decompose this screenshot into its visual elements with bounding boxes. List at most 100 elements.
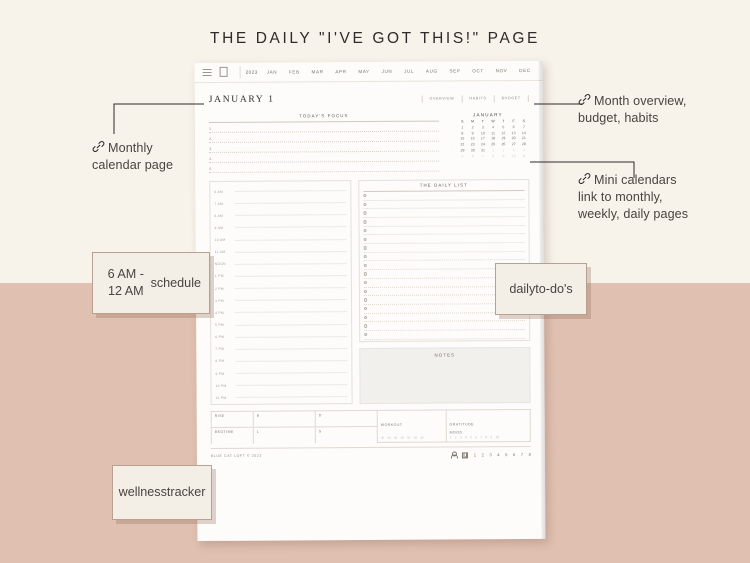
page-number[interactable]: 8 — [529, 452, 531, 457]
page-number[interactable]: 7 — [521, 452, 523, 457]
schedule-slot[interactable]: 5 PM — [215, 318, 348, 331]
calendar-day[interactable]: 1 — [488, 148, 498, 153]
schedule-slot[interactable]: 2 PM — [215, 282, 347, 295]
checkbox-circle-icon[interactable] — [364, 315, 368, 320]
planner-page[interactable]: 2023 JAN FEB MAR APR MAY JUN JUL AUG SEP… — [194, 60, 546, 542]
calendar-day[interactable]: 27 — [509, 142, 519, 147]
dinner-field[interactable]: D — [315, 410, 377, 428]
checkbox-circle-icon[interactable] — [363, 272, 368, 276]
checkbox-circle-icon[interactable] — [363, 246, 368, 250]
schedule-slot[interactable]: 10 PM — [215, 379, 348, 392]
mood-value[interactable]: 2 — [455, 435, 457, 439]
calendar-day[interactable]: 26 — [498, 142, 508, 147]
mood-value[interactable]: 6 — [475, 435, 477, 439]
workout-mark[interactable]: W — [420, 436, 423, 440]
workout-mark[interactable]: W — [401, 436, 404, 440]
schedule-slot[interactable]: 7 PM — [215, 342, 348, 355]
calendar-day[interactable]: 9 — [467, 131, 477, 136]
checkbox-circle-icon[interactable] — [363, 220, 367, 224]
month-tab[interactable]: MAY — [358, 69, 369, 74]
schedule-slot[interactable]: 8 AM — [214, 209, 347, 222]
calendar-day[interactable]: 24 — [478, 142, 488, 147]
page-number[interactable]: 1 — [474, 452, 476, 457]
rise-field[interactable]: RISE — [211, 411, 253, 428]
calendar-day[interactable]: 6 — [508, 125, 518, 130]
year-label[interactable]: 2023 — [246, 70, 258, 75]
checkbox-circle-icon[interactable] — [363, 228, 367, 233]
wellness-tracker[interactable]: RISE BEDTIME B L D S WORKOUT WWWWWWW GRA… — [210, 408, 531, 444]
calendar-day[interactable]: 7 — [478, 154, 488, 159]
workout-mark[interactable]: W — [407, 436, 410, 440]
week-number[interactable]: · — [447, 125, 457, 130]
page-icon[interactable] — [218, 66, 231, 78]
calendar-day[interactable]: 11 — [488, 131, 498, 136]
bedtime-field[interactable]: BEDTIME — [212, 428, 253, 444]
mood-value[interactable]: 10 — [495, 435, 499, 439]
schedule-slot[interactable]: 4 PM — [215, 306, 348, 319]
daily-list-section[interactable]: THE DAILY LIST — [358, 179, 531, 342]
calendar-day[interactable]: 1 — [457, 125, 467, 130]
schedule-slot[interactable]: 10 AM — [215, 233, 347, 246]
month-tab[interactable]: APR — [335, 69, 346, 74]
calendar-day[interactable]: 14 — [519, 131, 529, 136]
month-tab[interactable]: SEP — [449, 68, 460, 73]
section-links[interactable]: OVERVIEW HABITS BUDGET — [421, 94, 529, 103]
page-number[interactable]: 6 — [513, 452, 515, 457]
person-icon[interactable] — [451, 451, 457, 458]
calendar-day[interactable]: 17 — [478, 137, 488, 142]
mood-value[interactable]: 3 — [460, 435, 462, 439]
schedule-slot[interactable]: NOON — [215, 257, 347, 270]
calendar-day[interactable]: 15 — [457, 137, 467, 142]
workout-mark[interactable]: W — [381, 436, 384, 440]
calendar-day[interactable]: 29 — [457, 148, 467, 153]
schedule-slot[interactable]: 6 AM — [214, 185, 347, 198]
calendar-day[interactable]: 22 — [457, 143, 467, 148]
workout-mark[interactable]: W — [394, 436, 397, 440]
schedule-slot[interactable]: 6 PM — [215, 330, 348, 343]
mini-calendar-grid[interactable]: S M T W T F S · 1 2 3 4 5 6 7 · 8 9 10 11 12 13 14 · 15 16 17 18 19 2… — [447, 119, 529, 159]
mini-calendar[interactable]: JANUARY S M T W T F S · 1 2 3 4 5 6 7 · 8 9 10 11 12 13 14 · 15 1… — [447, 112, 529, 172]
schedule-slot[interactable]: 7 AM — [214, 197, 347, 210]
checkbox-circle-icon[interactable] — [364, 307, 368, 311]
breakfast-field[interactable]: B — [253, 411, 315, 428]
week-number[interactable]: · — [447, 148, 457, 153]
checkbox-circle-icon[interactable] — [363, 254, 368, 259]
month-tab[interactable]: OCT — [472, 68, 484, 73]
checkbox-circle-icon[interactable] — [363, 211, 367, 215]
calendar-day[interactable]: 9 — [498, 154, 508, 159]
hamburger-menu-icon[interactable] — [201, 67, 214, 78]
mood-value[interactable]: 9 — [490, 435, 492, 439]
link-overview[interactable]: OVERVIEW — [422, 96, 461, 100]
workout-field[interactable]: WORKOUT WWWWWWW — [377, 410, 447, 443]
week-number[interactable]: · — [447, 137, 457, 142]
calendar-day[interactable]: 10 — [478, 131, 488, 136]
calendar-day[interactable]: 4 — [488, 125, 498, 130]
mood-value[interactable]: 4 — [465, 435, 467, 439]
checkbox-circle-icon[interactable] — [363, 289, 368, 294]
mood-value[interactable]: 7 — [480, 435, 482, 439]
calendar-day[interactable]: 10 — [509, 154, 519, 159]
lunch-field[interactable]: L — [254, 427, 315, 443]
week-number[interactable]: · — [447, 131, 457, 136]
calendar-day[interactable]: 20 — [508, 136, 518, 141]
month-tab[interactable]: JAN — [267, 70, 278, 75]
calendar-day[interactable]: 2 — [467, 125, 477, 130]
workout-mark[interactable]: W — [414, 436, 417, 440]
page-number[interactable]: 3 — [489, 452, 491, 457]
schedule-slot[interactable]: 11 AM — [215, 245, 347, 258]
calendar-day[interactable]: 19 — [498, 137, 508, 142]
checkbox-circle-icon[interactable] — [364, 324, 368, 328]
checkbox-circle-icon[interactable] — [363, 194, 367, 198]
calendar-icon[interactable] — [462, 452, 469, 459]
calendar-day[interactable]: 18 — [488, 137, 498, 142]
mood-value[interactable]: 8 — [485, 435, 487, 439]
schedule-slot[interactable]: 11 PM — [216, 391, 348, 404]
schedule-slot[interactable]: 3 PM — [215, 294, 347, 307]
month-tab[interactable]: MAR — [312, 69, 324, 74]
month-navigation-bar[interactable]: 2023 JAN FEB MAR APR MAY JUN JUL AUG SEP… — [194, 60, 543, 84]
mood-value[interactable]: 5 — [470, 435, 472, 439]
month-tab[interactable]: DEC — [519, 68, 531, 73]
gratitude-field[interactable]: GRATITUDE MOOD 1 2 3 4 5 6 7 8 9 10 — [446, 409, 530, 443]
mood-value[interactable]: 1 — [450, 435, 452, 439]
month-tab[interactable]: JUL — [404, 69, 414, 74]
